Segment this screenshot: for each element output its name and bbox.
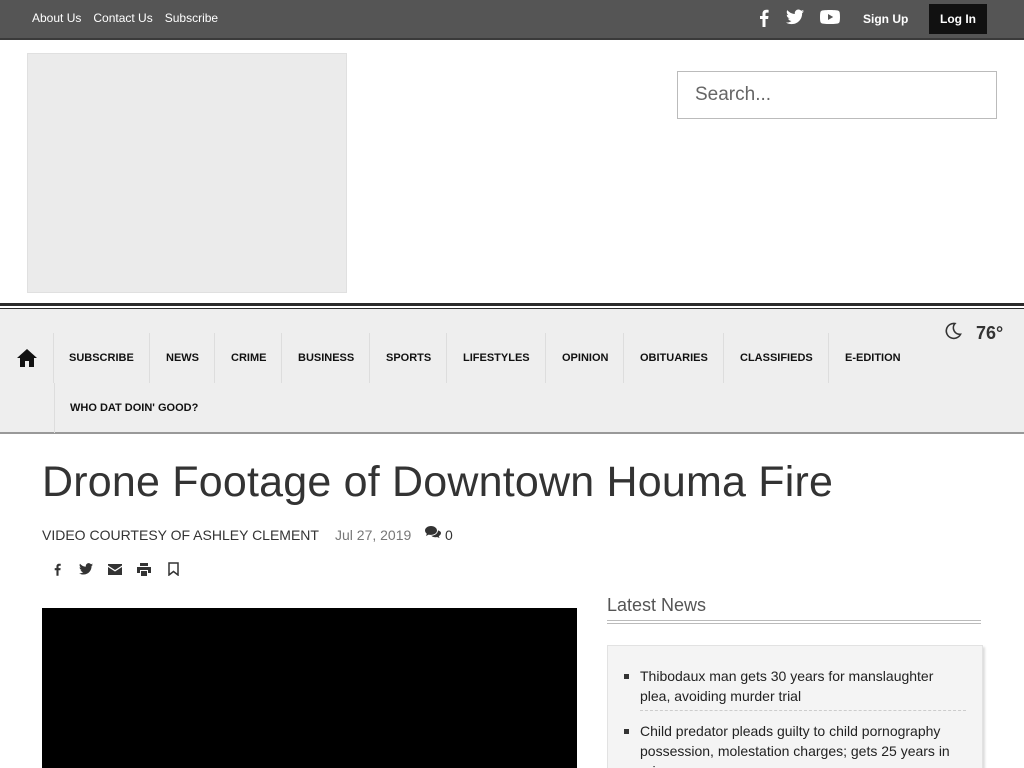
nav-classifieds[interactable]: CLASSIFIEDS [725,333,829,383]
share-facebook-icon[interactable] [50,561,64,577]
share-email-icon[interactable] [108,561,122,577]
article-headline: Drone Footage of Downtown Houma Fire [42,458,834,506]
log-in-button[interactable]: Log In [929,4,987,34]
comment-count: 0 [445,526,453,543]
nav-obituaries[interactable]: OBITUARIES [625,333,724,383]
latest-news-title: Latest News [607,595,707,615]
main-nav: SUBSCRIBE NEWS CRIME BUSINESS SPORTS LIF… [0,308,1024,434]
latest-news-list: Thibodaux man gets 30 years for manslaug… [624,666,966,768]
subscribe-link[interactable]: Subscribe [165,11,218,25]
print-icon[interactable] [137,561,151,577]
twitter-icon[interactable] [786,9,804,25]
contact-us-link[interactable]: Contact Us [93,11,152,25]
search-input[interactable] [677,71,997,119]
video-player[interactable] [42,608,577,768]
logo-placeholder[interactable] [27,53,347,293]
nav-divider [0,303,1024,306]
article-byline: VIDEO COURTESY OF ASHLEY CLEMENT [42,527,319,543]
bookmark-icon[interactable] [166,561,180,577]
top-links: About Us Contact Us Subscribe [32,11,218,25]
share-tools [50,561,180,577]
nav-opinion[interactable]: OPINION [547,333,625,383]
nav-business[interactable]: BUSINESS [283,333,371,383]
comments-link[interactable]: 0 [425,526,453,543]
sign-up-link[interactable]: Sign Up [863,12,908,26]
nav-e-edition[interactable]: E-EDITION [830,333,916,383]
nav-news[interactable]: NEWS [151,333,215,383]
latest-news-box: Thibodaux man gets 30 years for manslaug… [607,645,983,768]
moon-icon [944,322,962,345]
nav-subscribe[interactable]: SUBSCRIBE [54,333,150,383]
youtube-icon[interactable] [820,9,840,25]
about-us-link[interactable]: About Us [32,11,81,25]
list-item[interactable]: Child predator pleads guilty to child po… [624,721,966,768]
facebook-icon[interactable] [759,9,769,27]
home-icon[interactable] [0,333,54,383]
latest-news-divider [607,620,981,624]
article-date: Jul 27, 2019 [335,527,412,543]
nav-sports[interactable]: SPORTS [371,333,448,383]
temperature: 76° [976,323,1004,343]
weather-widget[interactable]: 76° [944,322,1003,345]
nav-lifestyles[interactable]: LIFESTYLES [448,333,546,383]
nav-crime[interactable]: CRIME [216,333,283,383]
comments-icon [425,526,441,543]
list-item[interactable]: Thibodaux man gets 30 years for manslaug… [624,666,966,711]
nav-who-dat-doin-good[interactable]: WHO DAT DOIN' GOOD? [54,383,213,433]
top-bar: About Us Contact Us Subscribe Sign Up Lo… [0,0,1024,40]
share-twitter-icon[interactable] [79,561,93,577]
